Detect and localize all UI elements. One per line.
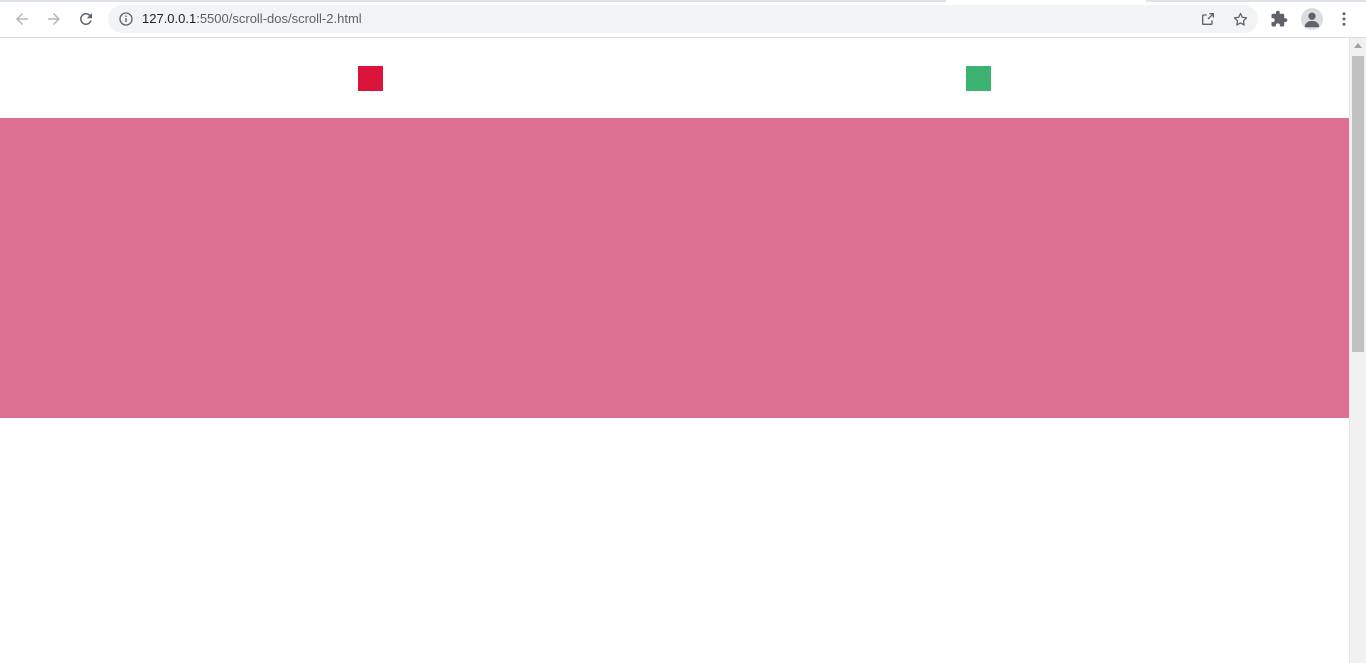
red-square <box>358 66 383 91</box>
url-text[interactable]: 127.0.0.1:5500/scroll-dos/scroll-2.html <box>142 11 362 27</box>
vertical-scrollbar[interactable] <box>1349 38 1366 663</box>
info-icon[interactable] <box>118 11 134 27</box>
url-host: 127.0.0.1 <box>142 11 197 26</box>
scrollbar-thumb[interactable] <box>1352 56 1364 352</box>
profile-button[interactable] <box>1299 6 1325 32</box>
star-icon[interactable] <box>1230 9 1250 29</box>
arrow-right-icon <box>48 13 60 25</box>
active-tab-edge[interactable] <box>946 0 1146 2</box>
puzzle-icon[interactable] <box>1266 6 1292 32</box>
back-button[interactable] <box>8 5 36 33</box>
green-square <box>966 66 991 91</box>
tab-strip-edge <box>0 0 1366 2</box>
scroll-up-arrow-icon[interactable] <box>1354 43 1362 48</box>
pink-section <box>0 118 1349 418</box>
arrow-left-icon <box>16 13 28 25</box>
page-viewport <box>0 38 1349 663</box>
share-icon[interactable] <box>1198 9 1218 29</box>
address-bar[interactable]: 127.0.0.1:5500/scroll-dos/scroll-2.html <box>108 5 1258 33</box>
url-path: :5500/scroll-dos/scroll-2.html <box>196 11 362 26</box>
reload-button[interactable] <box>72 5 100 33</box>
account-icon <box>1301 8 1323 30</box>
forward-button[interactable] <box>40 5 68 33</box>
reload-icon <box>80 13 92 25</box>
kebab-menu-icon[interactable] <box>1331 6 1357 32</box>
browser-toolbar: 127.0.0.1:5500/scroll-dos/scroll-2.html <box>0 0 1366 38</box>
